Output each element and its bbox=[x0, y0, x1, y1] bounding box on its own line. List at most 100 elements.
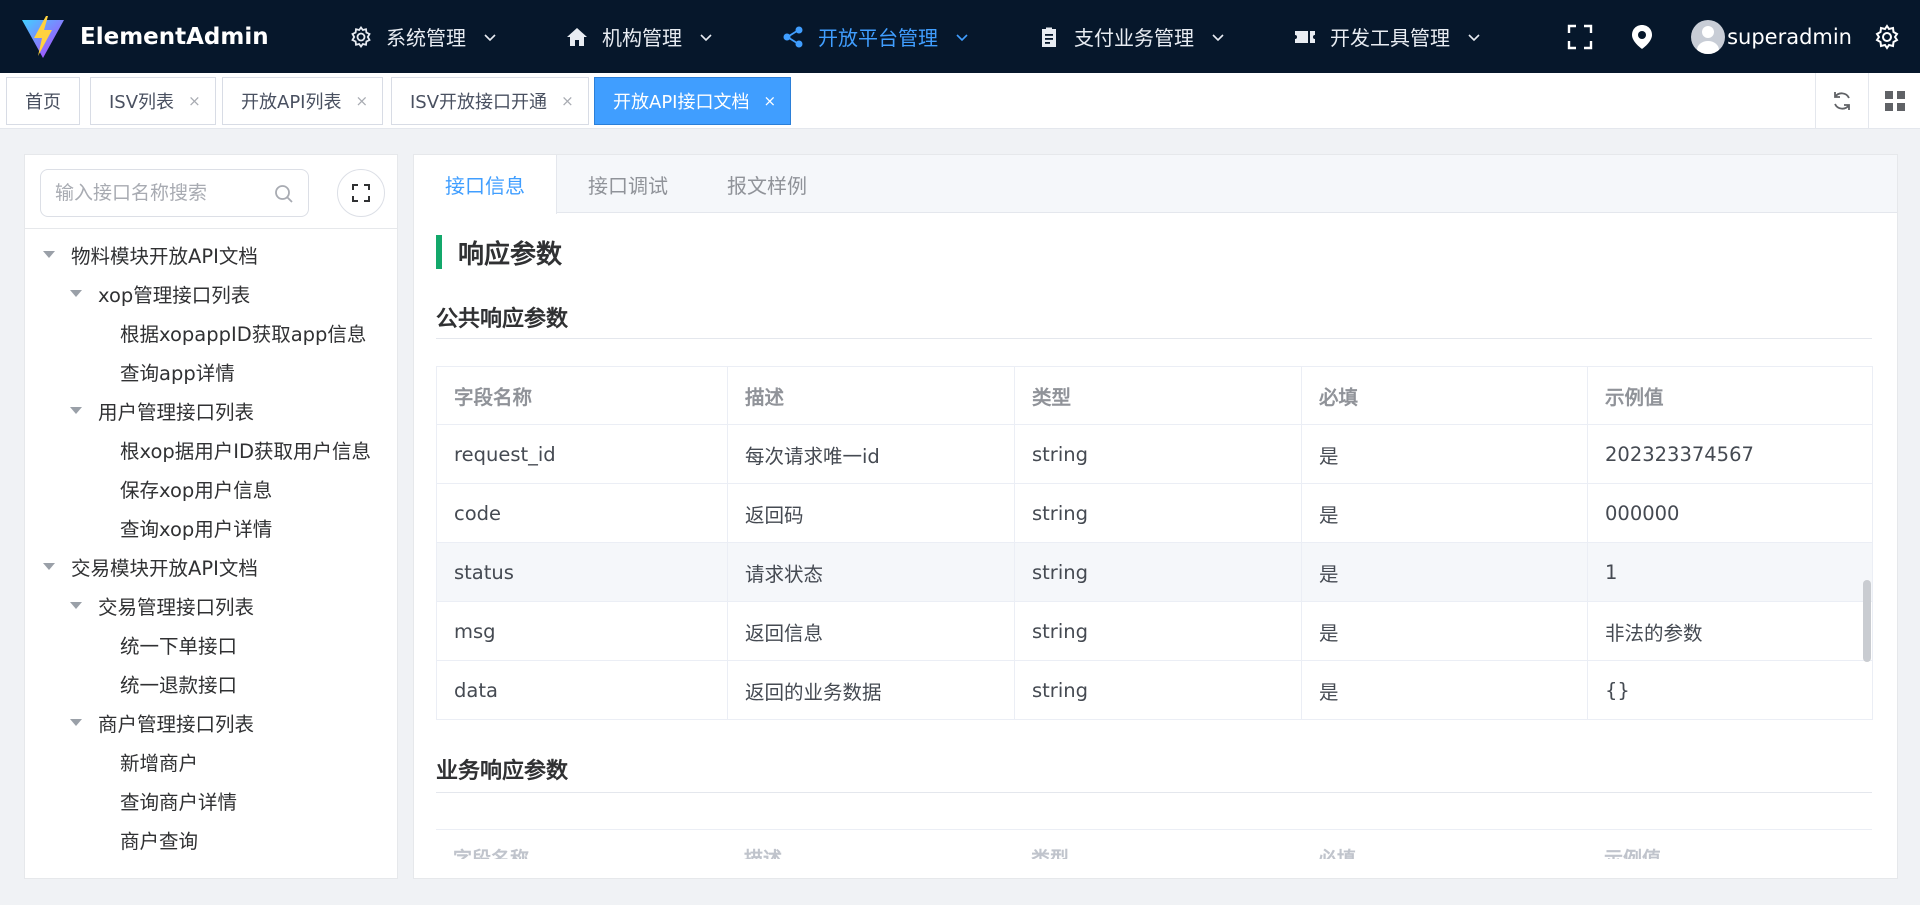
tree-node[interactable]: 查询app详情 bbox=[25, 352, 397, 391]
home-icon bbox=[567, 27, 587, 46]
tree-node-label: 物料模块开放API文档 bbox=[71, 245, 258, 268]
chevron-down-icon bbox=[484, 33, 496, 41]
search-icon[interactable] bbox=[274, 184, 294, 204]
caret-down-icon[interactable] bbox=[70, 290, 82, 297]
table-cell: string bbox=[1014, 542, 1302, 602]
username: superadmin bbox=[1727, 24, 1852, 49]
table-cell: 000000 bbox=[1587, 483, 1873, 543]
avatar bbox=[1691, 19, 1726, 54]
api-search-box bbox=[40, 169, 309, 217]
settings-gear-icon[interactable] bbox=[1874, 23, 1900, 50]
chevron-down-icon bbox=[1468, 33, 1480, 41]
caret-down-icon[interactable] bbox=[43, 563, 55, 570]
nav-menu-label: 开发工具管理 bbox=[1330, 26, 1450, 50]
nav-menu-0[interactable]: 系统管理 bbox=[350, 0, 496, 73]
layout-grid-button[interactable] bbox=[1868, 73, 1920, 128]
tree-node[interactable]: 查询xop用户详情 bbox=[25, 508, 397, 547]
tab-api-info[interactable]: 接口信息 bbox=[414, 155, 557, 214]
table-cell: 是 bbox=[1301, 660, 1588, 720]
tag-1[interactable]: ISV列表 × bbox=[90, 77, 216, 125]
tree-node[interactable]: xop管理接口列表 bbox=[25, 274, 397, 313]
tree-node-label: 用户管理接口列表 bbox=[98, 401, 255, 424]
tree-node[interactable]: 根据xopappID获取app信息 bbox=[25, 313, 397, 352]
refresh-icon bbox=[1833, 91, 1850, 110]
caret-down-icon[interactable] bbox=[70, 407, 82, 414]
tree-node[interactable]: 商户管理接口列表 bbox=[25, 703, 397, 742]
nav-menu-4[interactable]: 开发工具管理 bbox=[1294, 0, 1480, 73]
tree-node[interactable]: 交易模块开放API文档 bbox=[25, 547, 397, 586]
tag-3[interactable]: ISV开放接口开通 × bbox=[391, 77, 589, 125]
close-icon[interactable]: × bbox=[561, 92, 574, 110]
tree-node-label: 保存xop用户信息 bbox=[120, 479, 273, 502]
caret-down-icon[interactable] bbox=[70, 719, 82, 726]
public-params-table: 字段名称 描述 类型 必填 示例值 request_id 每次请求唯一id string 是 2… bbox=[436, 366, 1873, 720]
tree-node[interactable]: 新增商户 bbox=[25, 742, 397, 781]
doc-tabs: 接口信息 接口调试 报文样例 bbox=[414, 155, 1897, 214]
column-header: 类型 bbox=[1014, 366, 1302, 425]
tree-node-label: 查询xop用户详情 bbox=[120, 518, 273, 541]
chevron-down-icon bbox=[1212, 33, 1224, 41]
logo-icon bbox=[22, 15, 64, 58]
table-cell: 非法的参数 bbox=[1587, 601, 1873, 661]
close-icon[interactable]: × bbox=[763, 92, 776, 110]
location-pin-icon[interactable] bbox=[1629, 24, 1655, 50]
refresh-button[interactable] bbox=[1815, 73, 1867, 128]
tab-message-sample[interactable]: 报文样例 bbox=[699, 155, 835, 213]
caret-down-icon[interactable] bbox=[70, 602, 82, 609]
tree-node[interactable]: 商户查询 bbox=[25, 820, 397, 859]
tag-4[interactable]: 开放API接口文档 × bbox=[594, 77, 792, 125]
section-accent-bar bbox=[436, 235, 442, 269]
table-cell: 请求状态 bbox=[727, 542, 1015, 602]
gear-icon bbox=[351, 25, 371, 48]
public-response-title: 公共响应参数 bbox=[436, 307, 569, 332]
fullscreen-icon[interactable] bbox=[1567, 24, 1593, 50]
column-header: 必填 bbox=[1301, 366, 1588, 425]
tab-api-debug[interactable]: 接口调试 bbox=[557, 155, 699, 213]
tree-node[interactable]: 统一退款接口 bbox=[25, 664, 397, 703]
tag-2[interactable]: 开放API列表 × bbox=[222, 77, 384, 125]
table-row: request_id 每次请求唯一id string 是 202323374567 bbox=[436, 424, 1873, 484]
clipboard-icon bbox=[1042, 27, 1056, 47]
api-search-input[interactable] bbox=[55, 182, 255, 204]
table-row: code 返回码 string 是 000000 bbox=[436, 483, 1873, 543]
user-menu[interactable]: superadmin bbox=[1691, 19, 1852, 54]
table-cell: request_id bbox=[436, 424, 728, 484]
table-cell: string bbox=[1014, 660, 1302, 720]
fullscreen-icon bbox=[352, 184, 370, 202]
nav-menu-2[interactable]: 开放平台管理 bbox=[782, 0, 968, 73]
table-cell: string bbox=[1014, 601, 1302, 661]
tree-node-label: 统一退款接口 bbox=[120, 674, 238, 697]
api-tree: 物料模块开放API文档 xop管理接口列表 根据xopappID获取app信息 查询a… bbox=[25, 235, 397, 859]
app-name: ElementAdmin bbox=[80, 23, 269, 50]
close-icon[interactable]: × bbox=[355, 92, 368, 110]
table-cell: string bbox=[1014, 483, 1302, 543]
tree-node[interactable]: 保存xop用户信息 bbox=[25, 469, 397, 508]
column-header: 字段名称 bbox=[453, 848, 530, 859]
nav-menu-1[interactable]: 机构管理 bbox=[566, 0, 712, 73]
table-cell: {} bbox=[1587, 660, 1873, 720]
tag-0[interactable]: 首页 bbox=[6, 77, 80, 125]
caret-down-icon[interactable] bbox=[43, 251, 55, 258]
tag-label: 开放API接口文档 bbox=[613, 92, 750, 113]
tree-node-label: 新增商户 bbox=[120, 752, 199, 775]
expand-all-button[interactable] bbox=[337, 169, 385, 217]
tree-node[interactable]: 交易管理接口列表 bbox=[25, 586, 397, 625]
tree-node-label: 交易模块开放API文档 bbox=[71, 557, 258, 580]
table-row: data 返回的业务数据 string 是{} bbox=[436, 660, 1873, 720]
nav-menu-label: 机构管理 bbox=[602, 26, 682, 50]
table-cell: 是 bbox=[1301, 424, 1588, 484]
tree-node[interactable]: 用户管理接口列表 bbox=[25, 391, 397, 430]
section-title-text: 响应参数 bbox=[458, 239, 563, 270]
table-cell: status bbox=[436, 542, 728, 602]
tree-node[interactable]: 物料模块开放API文档 bbox=[25, 235, 397, 274]
close-icon[interactable]: × bbox=[188, 92, 201, 110]
tree-node[interactable]: 查询商户详情 bbox=[25, 781, 397, 820]
tree-node[interactable]: 统一下单接口 bbox=[25, 625, 397, 664]
tree-node[interactable]: 根xop据用户ID获取用户信息 bbox=[25, 430, 397, 469]
grid-icon bbox=[1884, 90, 1905, 111]
table-row: msg 返回信息 string 是非法的参数 bbox=[436, 601, 1873, 661]
nav-menu-3[interactable]: 支付业务管理 bbox=[1038, 0, 1224, 73]
scrollbar-thumb[interactable] bbox=[1863, 580, 1871, 662]
logo[interactable]: ElementAdmin bbox=[0, 14, 350, 60]
table-cell: 返回码 bbox=[727, 483, 1015, 543]
